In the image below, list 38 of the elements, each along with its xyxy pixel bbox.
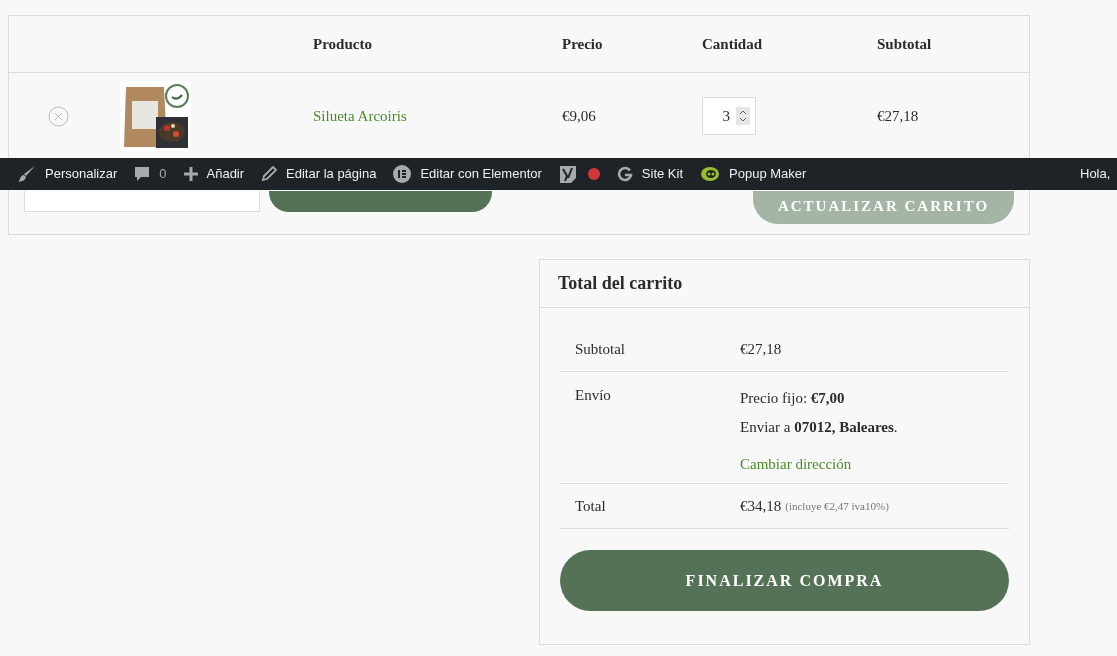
google-icon[interactable] (616, 166, 633, 182)
quantity-field[interactable]: 3 (702, 97, 756, 135)
admin-bar-link[interactable]: Añadir (206, 164, 245, 184)
admin-bar-link[interactable]: Personalizar (45, 164, 118, 184)
column-header: Cantidad (702, 36, 763, 52)
plus-icon[interactable] (183, 167, 198, 181)
column-header: Producto (313, 36, 372, 52)
comment-icon[interactable] (134, 166, 151, 182)
shipping-destination: Enviar a 07012, Baleares. (740, 417, 898, 437)
comment-count[interactable]: 0 (159, 164, 167, 184)
shipping-label: Envío (574, 386, 612, 405)
pencil-icon[interactable] (261, 166, 278, 182)
admin-bar-link[interactable]: Editar la página (286, 164, 377, 184)
admin-bar-link[interactable]: Popup Maker (729, 164, 807, 184)
change-address-link[interactable]: Cambiar dirección (740, 453, 852, 476)
total-label: Total (574, 496, 607, 516)
total-value: €34,18 (740, 496, 782, 516)
spinner-icon[interactable] (736, 107, 750, 125)
subtotal-cell: €27,18 (877, 107, 919, 124)
brush-icon[interactable] (18, 165, 36, 183)
greeting-text[interactable]: Hola, (1080, 164, 1117, 184)
elementor-icon[interactable] (393, 165, 412, 183)
price-cell: €9,06 (562, 107, 596, 124)
column-header: Precio (562, 36, 603, 52)
admin-bar-link[interactable]: Editar con Elementor (420, 164, 542, 184)
subtotal-label: Subtotal (574, 340, 626, 360)
cart-totals-title: Total del carrito (558, 272, 683, 295)
admin-bar-link[interactable]: Site Kit (641, 164, 683, 184)
tax-note: (incluye €2,47 iva10%) (785, 498, 889, 514)
coupon-field[interactable] (24, 191, 260, 212)
popup-icon[interactable] (700, 165, 720, 183)
checkout-button[interactable]: FINALIZAR COMPRA (560, 550, 1009, 611)
column-header: Subtotal (877, 36, 932, 52)
seo-icon[interactable] (558, 165, 577, 183)
apply-coupon-button[interactable] (269, 191, 492, 212)
shipping-rate: Precio fijo: €7,00 (740, 389, 845, 408)
product-link[interactable]: Silueta Arcoiris (313, 107, 407, 124)
subtotal-value: €27,18 (740, 340, 782, 360)
